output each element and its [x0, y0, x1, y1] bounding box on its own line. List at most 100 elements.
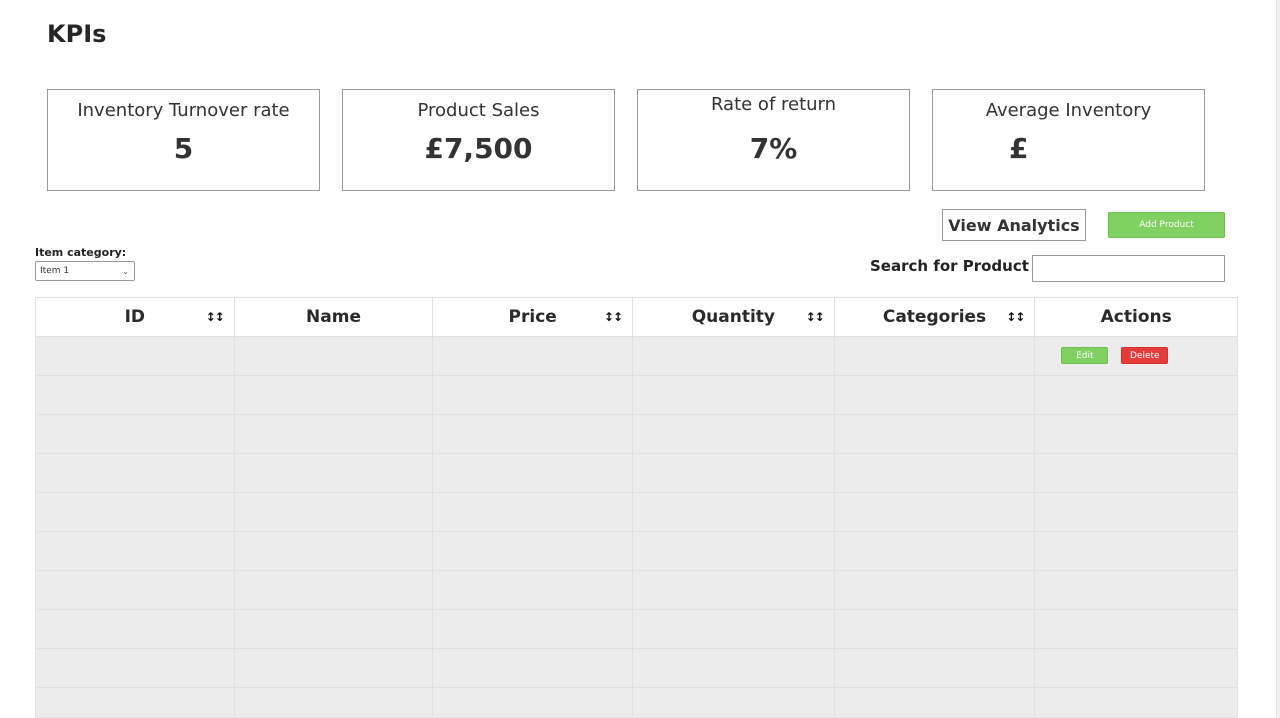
table-cell [835, 532, 1036, 570]
table-cell [1035, 649, 1237, 687]
table-row [36, 453, 1237, 492]
table-cell [835, 454, 1036, 492]
table-cell [633, 649, 835, 687]
table-row [36, 414, 1237, 453]
table-cell [235, 649, 434, 687]
column-header-label: Quantity [691, 307, 775, 327]
table-row [36, 492, 1237, 531]
item-category-select[interactable]: Item 1 ⌄ [35, 261, 135, 281]
table-row [36, 648, 1237, 687]
column-header-name: Name [235, 298, 434, 336]
table-cell [433, 415, 634, 453]
table-cell [433, 688, 634, 717]
table-cell [1035, 415, 1237, 453]
column-header-label: Actions [1100, 307, 1172, 327]
table-row [36, 687, 1237, 717]
table-cell [835, 649, 1036, 687]
table-cell [235, 415, 434, 453]
table-cell [633, 688, 835, 717]
actions-cell: Edit Delete [1035, 337, 1237, 375]
products-table: ID ↕↕ Name Price ↕↕ Quantity ↕↕ Categori… [35, 297, 1238, 718]
item-category-selected: Item 1 [40, 266, 70, 276]
kpi-card-product-sales: Product Sales £7,500 [342, 89, 615, 191]
table-cell [36, 610, 235, 648]
column-header-label: Categories [882, 307, 987, 327]
kpi-value: £ [1009, 132, 1029, 165]
column-header-actions: Actions [1035, 298, 1237, 336]
column-header-price[interactable]: Price ↕↕ [433, 298, 634, 336]
column-header-categories[interactable]: Categories ↕↕ [835, 298, 1036, 336]
table-cell [235, 532, 434, 570]
table-cell [433, 376, 634, 414]
table-cell [633, 571, 835, 609]
kpi-value: £7,500 [424, 132, 533, 165]
table-row [36, 609, 1237, 648]
table-cell [235, 454, 434, 492]
table-cell [835, 415, 1036, 453]
table-cell [235, 376, 434, 414]
table-cell [1035, 532, 1237, 570]
table-cell [633, 337, 835, 375]
page: KPIs Inventory Turnover rate 5 Product S… [0, 0, 1280, 718]
page-title: KPIs [47, 20, 107, 48]
delete-button[interactable]: Delete [1121, 347, 1169, 364]
table-cell [235, 493, 434, 531]
table-cell [633, 532, 835, 570]
table-cell [433, 493, 634, 531]
search-input[interactable] [1032, 255, 1225, 282]
table-cell [433, 337, 633, 375]
table-cell [235, 337, 434, 375]
table-cell [633, 493, 835, 531]
table-cell [36, 649, 235, 687]
table-cell [433, 532, 634, 570]
sort-arrows-icon[interactable]: ↕↕ [1006, 310, 1025, 324]
table-row [36, 531, 1237, 570]
table-cell [235, 571, 434, 609]
kpi-label: Rate of return [710, 94, 837, 115]
sort-arrows-icon[interactable]: ↕↕ [806, 310, 825, 324]
table-cell [1035, 610, 1237, 648]
table-cell [36, 571, 235, 609]
table-row: Edit Delete [36, 336, 1237, 375]
table-cell [633, 376, 835, 414]
kpi-value: 5 [173, 132, 194, 165]
table-cell [835, 376, 1036, 414]
table-header: ID ↕↕ Name Price ↕↕ Quantity ↕↕ Categori… [36, 298, 1237, 336]
kpi-card-inventory-turnover: Inventory Turnover rate 5 [47, 89, 320, 191]
table-cell [1035, 493, 1237, 531]
table-cell [36, 688, 235, 717]
table-cell [433, 454, 634, 492]
sort-arrows-icon[interactable]: ↕↕ [206, 310, 225, 324]
table-cell [36, 454, 235, 492]
table-cell [633, 454, 835, 492]
table-cell [835, 571, 1036, 609]
table-cell [36, 493, 235, 531]
kpi-value: 7% [749, 132, 798, 165]
edit-button[interactable]: Edit [1061, 347, 1109, 364]
kpi-label: Inventory Turnover rate [77, 100, 290, 121]
sort-arrows-icon[interactable]: ↕↕ [604, 310, 623, 324]
item-category-label: Item category: [35, 246, 127, 259]
kpi-card-rate-of-return: Rate of return 7% [637, 89, 910, 191]
table-cell [835, 493, 1036, 531]
view-analytics-button[interactable]: View Analytics [942, 209, 1086, 241]
add-product-button[interactable]: Add Product [1108, 212, 1225, 238]
table-cell [235, 688, 434, 717]
table-cell [835, 610, 1036, 648]
kpi-label: Average Inventory [985, 100, 1152, 121]
kpi-label: Product Sales [417, 100, 540, 121]
table-row [36, 375, 1237, 414]
column-header-quantity[interactable]: Quantity ↕↕ [633, 298, 835, 336]
column-header-id[interactable]: ID ↕↕ [36, 298, 235, 336]
chevron-down-icon: ⌄ [122, 266, 129, 276]
table-cell [633, 610, 835, 648]
table-cell [835, 688, 1036, 717]
table-cell [36, 532, 235, 570]
table-row [36, 570, 1237, 609]
table-cell [1035, 376, 1237, 414]
table-cell [633, 415, 835, 453]
table-cell [36, 337, 235, 375]
table-cell [36, 415, 235, 453]
scrollbar[interactable] [1276, 0, 1280, 718]
table-cell [433, 610, 634, 648]
